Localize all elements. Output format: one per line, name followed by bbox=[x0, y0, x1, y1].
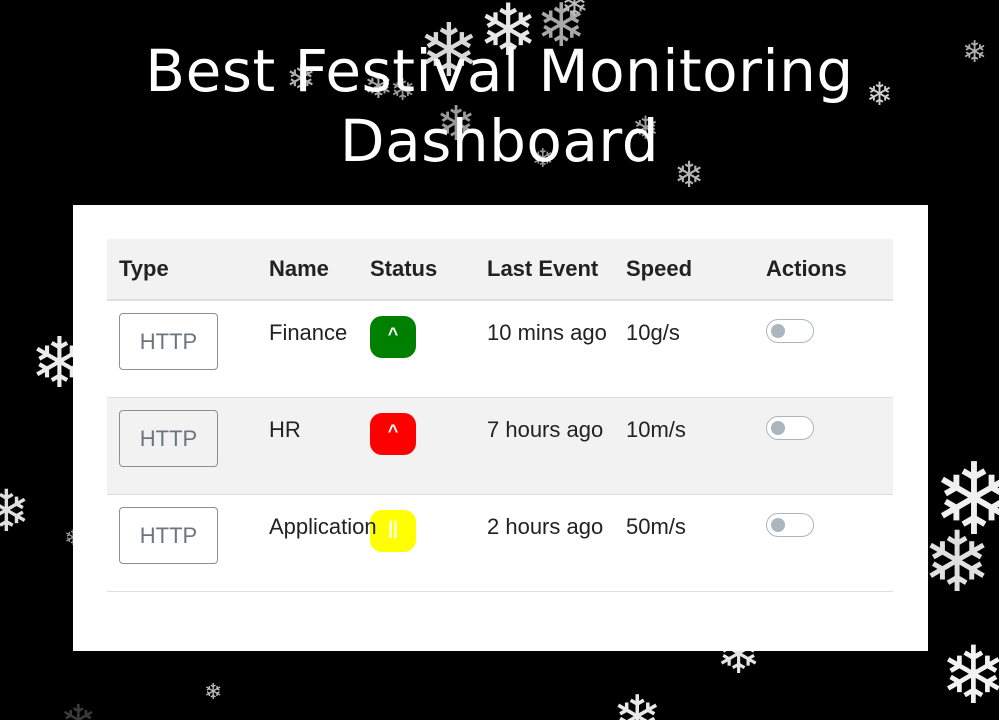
snowflake-icon: ❄ bbox=[0, 477, 31, 545]
type-button[interactable]: HTTP bbox=[119, 313, 218, 370]
column-header-actions: Actions bbox=[754, 239, 893, 301]
status-badge: ^ bbox=[370, 316, 416, 358]
snowflake-icon: ❄ bbox=[612, 683, 663, 720]
table-row: HTTP HR ^ 7 hours ago 10m/s bbox=[107, 397, 893, 495]
page-title: Best Festival Monitoring Dashboard bbox=[0, 36, 999, 176]
speed-cell: 10g/s bbox=[614, 300, 754, 398]
snowflake-icon: ❄ bbox=[560, 0, 589, 25]
column-header-speed: Speed bbox=[614, 239, 754, 301]
toggle-knob bbox=[771, 324, 785, 338]
column-header-name: Name bbox=[257, 239, 358, 301]
actions-cell bbox=[754, 300, 893, 398]
column-header-type: Type bbox=[107, 239, 257, 301]
table-row: HTTP Finance ^ 10 mins ago 10g/s bbox=[107, 300, 893, 398]
last-event-cell: 2 hours ago bbox=[475, 494, 614, 592]
monitor-panel: Type Name Status Last Event Speed Action… bbox=[73, 205, 928, 651]
toggle-knob bbox=[771, 420, 785, 435]
name-cell: HR bbox=[257, 397, 358, 495]
last-event-cell: 10 mins ago bbox=[475, 300, 614, 398]
type-cell: HTTP bbox=[107, 300, 257, 398]
table-header-row: Type Name Status Last Event Speed Action… bbox=[107, 239, 893, 301]
column-header-last-event: Last Event bbox=[475, 239, 614, 301]
monitor-toggle[interactable] bbox=[766, 319, 814, 343]
status-badge: ^ bbox=[370, 412, 416, 455]
monitor-toggle[interactable] bbox=[766, 415, 814, 440]
monitor-table: Type Name Status Last Event Speed Action… bbox=[107, 239, 893, 592]
speed-cell: 10m/s bbox=[614, 397, 754, 495]
snowflake-icon: ❄ bbox=[922, 513, 993, 611]
page-title-line-2: Dashboard bbox=[339, 107, 660, 175]
type-cell: HTTP bbox=[107, 397, 257, 495]
status-cell: || bbox=[358, 494, 475, 592]
type-button[interactable]: HTTP bbox=[119, 409, 218, 467]
monitor-toggle[interactable] bbox=[766, 512, 814, 537]
table-row: HTTP Application || 2 hours ago 50m/s bbox=[107, 494, 893, 592]
type-button[interactable]: HTTP bbox=[119, 506, 218, 564]
page-title-line-1: Best Festival Monitoring bbox=[145, 37, 854, 105]
actions-cell bbox=[754, 397, 893, 495]
toggle-knob bbox=[771, 517, 785, 532]
snowflake-icon: ❄ bbox=[204, 680, 223, 705]
dashboard-page: ❄ ❄ ❄ ❄ ❄ ❄ ❄ ❄ ❄ ❄ ❄ ❄ ❄ ❄ ❄ ❄ ❄ ❄ ❄ ❄ … bbox=[0, 0, 999, 720]
snowflake-icon: ❄ bbox=[60, 700, 97, 720]
actions-cell bbox=[754, 494, 893, 592]
status-cell: ^ bbox=[358, 397, 475, 495]
status-cell: ^ bbox=[358, 300, 475, 398]
type-cell: HTTP bbox=[107, 494, 257, 592]
status-badge: || bbox=[370, 509, 416, 552]
speed-cell: 50m/s bbox=[614, 494, 754, 592]
name-cell: Finance bbox=[257, 300, 358, 398]
column-header-status: Status bbox=[358, 239, 475, 301]
last-event-cell: 7 hours ago bbox=[475, 397, 614, 495]
name-cell: Application bbox=[257, 494, 377, 592]
snowflake-icon: ❄ bbox=[940, 629, 999, 720]
